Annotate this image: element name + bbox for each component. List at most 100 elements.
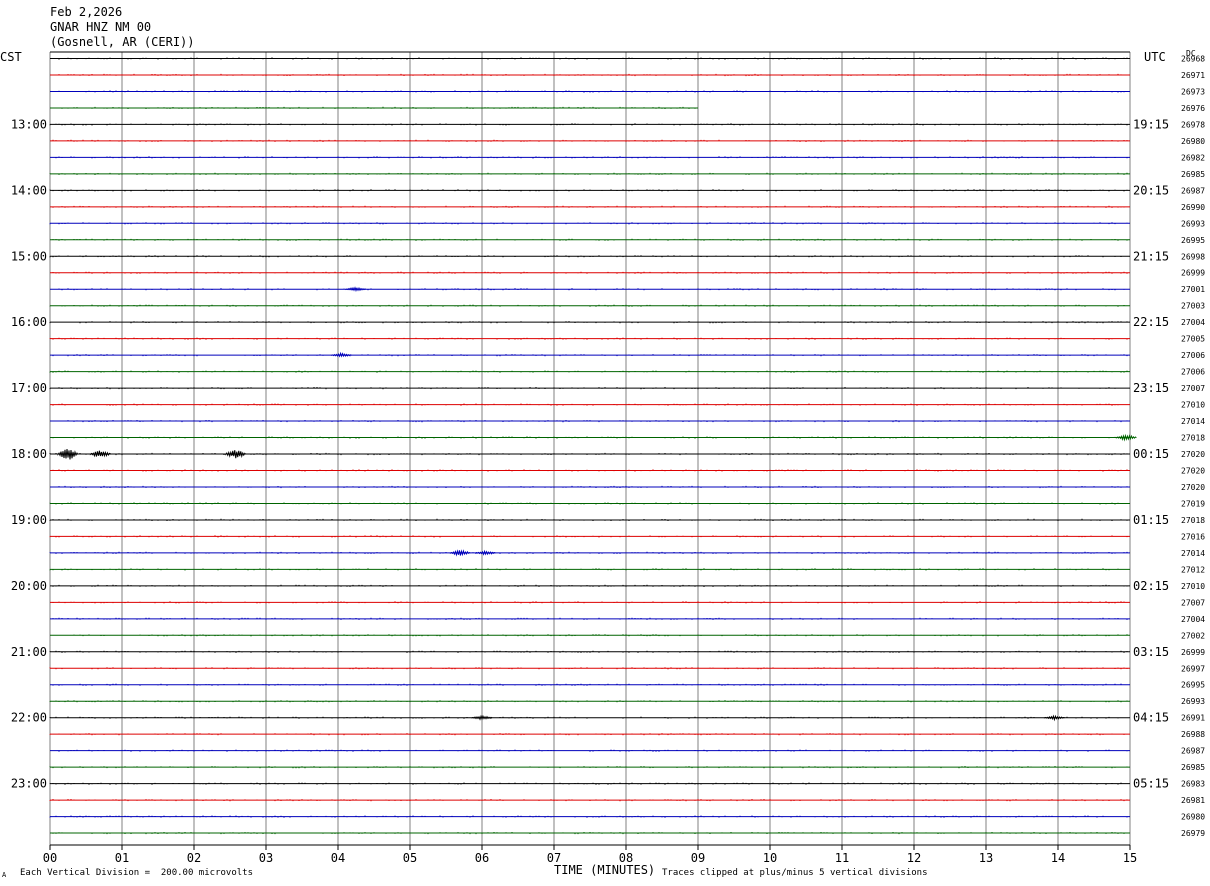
seismic-event-4 [475, 549, 496, 556]
dc-offset-label: 27020 [1181, 467, 1205, 476]
cst-time-label: 16:00 [11, 315, 47, 329]
dc-offset-label: 26971 [1181, 71, 1205, 80]
x-tick-label: 06 [475, 851, 489, 865]
dc-offset-label: 26990 [1181, 203, 1205, 212]
dc-offset-label: 27018 [1181, 434, 1205, 443]
plot-frame [50, 51, 1130, 846]
cst-time-label: 21:00 [11, 645, 47, 659]
cst-time-label: 13:00 [11, 117, 47, 131]
utc-time-label: 01:15 [1133, 513, 1169, 527]
dc-offset-label: 27019 [1181, 499, 1205, 508]
dc-offset-label: 26993 [1181, 219, 1205, 228]
seismic-event-6 [331, 351, 352, 358]
cst-time-label: 15:00 [11, 249, 47, 263]
seismic-event-1 [89, 450, 111, 458]
dc-offset-label: 27010 [1181, 582, 1205, 591]
cst-label: CST [0, 50, 22, 64]
dc-header: DC [1186, 49, 1196, 58]
dc-offset-label: 26997 [1181, 664, 1205, 673]
x-tick-label: 14 [1051, 851, 1065, 865]
cst-time-labels: 13:00 14:00 15:00 16:00 17:00 18:00 19:00 20:00… [11, 117, 47, 790]
cst-time-label: 14:00 [11, 183, 47, 197]
utc-time-label: 23:15 [1133, 381, 1169, 395]
dc-offset-label: 27014 [1181, 417, 1205, 426]
dc-offset-label: 26999 [1181, 269, 1205, 278]
seismic-event-2 [225, 450, 247, 459]
vertical-grid [49, 52, 1131, 845]
x-axis-ticks: 00 01 02 03 04 05 06 07 08 09 10 11 12 13 14 15 [43, 845, 1137, 865]
dc-offset-label: 26988 [1181, 730, 1205, 739]
dc-offset-label: 26998 [1181, 252, 1205, 261]
dc-offset-label: 27016 [1181, 532, 1205, 541]
dc-offset-label: 26985 [1181, 763, 1205, 772]
location-label: (Gosnell, AR (CERI)) [50, 35, 195, 49]
dc-offset-label: 26985 [1181, 170, 1205, 179]
dc-offset-label: 26979 [1181, 829, 1205, 838]
dc-offset-label: 27018 [1181, 516, 1205, 525]
x-tick-label: 00 [43, 851, 57, 865]
dc-offset-label: 26993 [1181, 697, 1205, 706]
x-tick-label: 03 [259, 851, 273, 865]
footer-mark: A [2, 871, 7, 879]
dc-offset-label: 26987 [1181, 747, 1205, 756]
dc-offset-label: 27020 [1181, 450, 1205, 459]
dc-offset-label: 26995 [1181, 681, 1205, 690]
dc-offset-label: 27002 [1181, 631, 1205, 640]
dc-offset-label: 27020 [1181, 483, 1205, 492]
dc-offset-label: 26999 [1181, 648, 1205, 657]
dc-offset-label: 26973 [1181, 87, 1205, 96]
utc-time-label: 20:15 [1133, 183, 1169, 197]
dc-offset-label: 27006 [1181, 351, 1205, 360]
utc-time-labels: 19:15 20:15 21:15 22:15 23:15 00:15 01:15 02:15… [1133, 117, 1169, 790]
cst-time-label: 17:00 [11, 381, 47, 395]
dc-offset-label: 26978 [1181, 120, 1205, 129]
seismic-event-9 [1043, 714, 1065, 722]
helicorder-plot: 13:00 14:00 15:00 16:00 17:00 18:00 19:00 20:00… [11, 51, 1205, 865]
dc-offset-label: 27001 [1181, 285, 1205, 294]
utc-time-label: 04:15 [1133, 711, 1169, 725]
utc-time-label: 03:15 [1133, 645, 1169, 659]
x-tick-label: 15 [1123, 851, 1137, 865]
x-tick-label: 05 [403, 851, 417, 865]
x-tick-label: 12 [907, 851, 921, 865]
dc-offset-label: 26987 [1181, 186, 1205, 195]
dc-offset-label: 26980 [1181, 137, 1205, 146]
x-tick-label: 02 [187, 851, 201, 865]
clip-note: Traces clipped at plus/minus 5 vertical … [662, 868, 928, 878]
x-tick-label: 01 [115, 851, 129, 865]
x-tick-label: 11 [835, 851, 849, 865]
cst-time-label: 20:00 [11, 579, 47, 593]
cst-time-label: 18:00 [11, 447, 47, 461]
x-tick-label: 04 [331, 851, 345, 865]
utc-time-label: 00:15 [1133, 447, 1169, 461]
dc-offset-label: 27003 [1181, 302, 1205, 311]
dc-offset-label: 27004 [1181, 615, 1205, 624]
seismic-event-3 [449, 549, 471, 557]
x-axis-title: TIME (MINUTES) [554, 863, 656, 877]
cst-time-label: 23:00 [11, 777, 47, 791]
dc-offset-label: 26981 [1181, 796, 1205, 805]
seismic-event-0 [57, 448, 79, 460]
seismic-traces [49, 57, 1137, 835]
utc-time-label: 19:15 [1133, 117, 1169, 131]
x-tick-label: 10 [763, 851, 777, 865]
dc-offset-label: 27004 [1181, 318, 1205, 327]
dc-offset-label: 26976 [1181, 104, 1205, 113]
seismic-event-7 [1115, 433, 1137, 442]
cst-time-label: 19:00 [11, 513, 47, 527]
utc-time-label: 05:15 [1133, 777, 1169, 791]
seismic-event-5 [345, 286, 367, 293]
dc-offset-label: 26991 [1181, 714, 1205, 723]
dc-offset-label: 27006 [1181, 368, 1205, 377]
utc-label: UTC [1144, 50, 1166, 64]
utc-time-label: 02:15 [1133, 579, 1169, 593]
dc-offset-label: 26980 [1181, 813, 1205, 822]
station-label: GNAR HNZ NM 00 [50, 20, 152, 34]
dc-offset-label: 27007 [1181, 384, 1205, 393]
dc-offset-label: 27007 [1181, 598, 1205, 607]
x-tick-label: 13 [979, 851, 993, 865]
dc-offset-label: 26983 [1181, 780, 1205, 789]
x-tick-label: 09 [691, 851, 705, 865]
date-label: Feb 2,2026 [50, 5, 123, 19]
dc-offset-label: 27012 [1181, 565, 1205, 574]
